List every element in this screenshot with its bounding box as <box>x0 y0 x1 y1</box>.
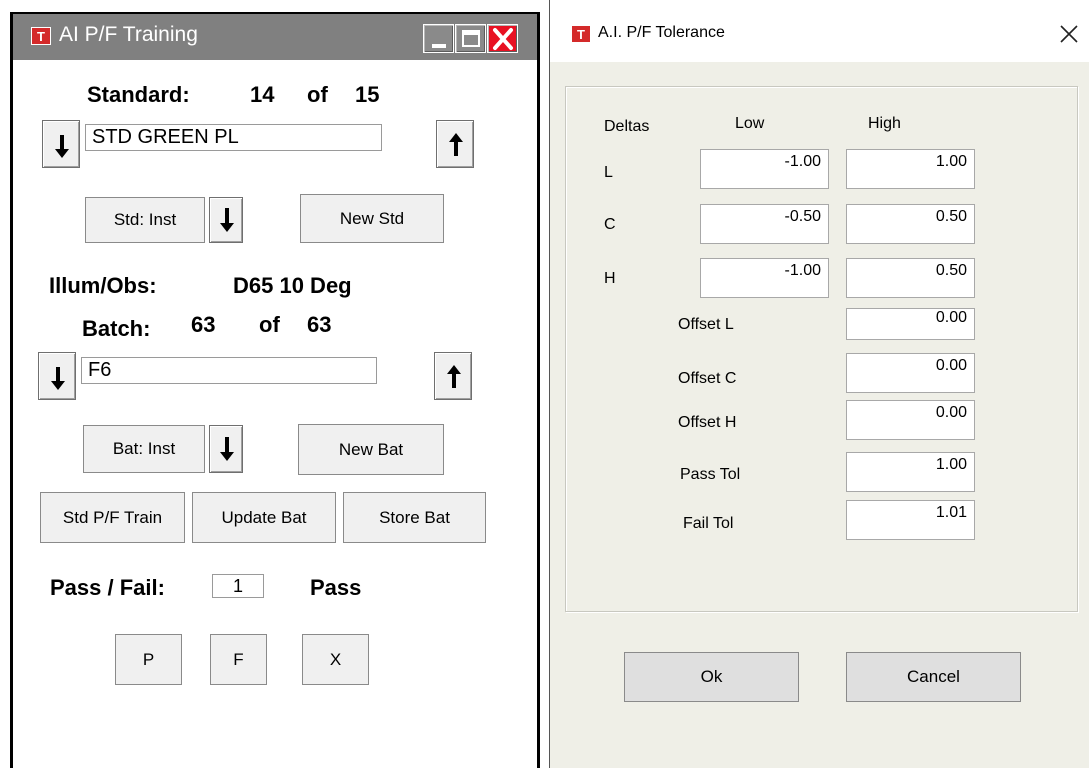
close-button[interactable] <box>1054 18 1084 48</box>
close-icon <box>1060 25 1078 43</box>
fail-tol-label: Fail Tol <box>683 515 734 532</box>
tolerance-dialog: T A.I. P/F Tolerance Deltas Low High L -… <box>549 0 1089 768</box>
delta-h-label: H <box>604 270 616 287</box>
std-next-button[interactable] <box>436 120 474 168</box>
pass-fail-status: Pass <box>310 575 362 600</box>
app-icon: T <box>571 25 591 43</box>
illum-obs-value: D65 10 Deg <box>233 273 352 298</box>
delta-h-low-field[interactable]: -1.00 <box>700 258 829 298</box>
standard-name-field[interactable]: STD GREEN PL <box>85 124 382 151</box>
dialog-title-bar[interactable]: T A.I. P/F Tolerance <box>550 0 1089 62</box>
new-bat-button[interactable]: New Bat <box>298 424 444 475</box>
pass-tol-field[interactable]: 1.00 <box>846 452 975 492</box>
deltas-header: Deltas <box>604 118 650 135</box>
delta-l-low-field[interactable]: -1.00 <box>700 149 829 189</box>
arrow-down-icon <box>55 135 69 158</box>
delta-h-high-field[interactable]: 0.50 <box>846 258 975 298</box>
store-bat-button[interactable]: Store Bat <box>343 492 486 543</box>
pass-fail-value: 1 <box>212 574 264 598</box>
batch-total: 63 <box>307 312 332 337</box>
delta-l-label: L <box>604 164 613 181</box>
offset-l-label: Offset L <box>678 316 734 333</box>
arrow-down-icon <box>51 367 65 390</box>
offset-c-field[interactable]: 0.00 <box>846 353 975 393</box>
batch-next-button[interactable] <box>434 352 472 400</box>
delta-c-label: C <box>604 216 616 233</box>
close-button[interactable] <box>487 24 518 53</box>
window-title: AI P/F Training <box>59 23 198 46</box>
arrow-up-icon <box>447 365 461 388</box>
f-button[interactable]: F <box>210 634 267 685</box>
standard-total: 15 <box>355 82 380 107</box>
arrow-up-icon <box>449 133 463 156</box>
update-bat-button[interactable]: Update Bat <box>192 492 336 543</box>
offset-c-label: Offset C <box>678 370 737 387</box>
std-inst-button[interactable]: Std: Inst <box>85 197 205 243</box>
std-pf-train-button[interactable]: Std P/F Train <box>40 492 185 543</box>
illum-obs-label: Illum/Obs: <box>49 273 157 298</box>
bat-inst-button[interactable]: Bat: Inst <box>83 425 205 473</box>
offset-l-field[interactable]: 0.00 <box>846 308 975 340</box>
batch-name-field[interactable]: F6 <box>81 357 377 384</box>
arrow-down-icon <box>220 208 234 232</box>
bat-inst-dropdown-button[interactable] <box>209 425 243 473</box>
app-icon: T <box>31 27 51 45</box>
offset-h-field[interactable]: 0.00 <box>846 400 975 440</box>
std-inst-dropdown-button[interactable] <box>209 197 243 243</box>
batch-label: Batch: <box>82 316 151 341</box>
batch-prev-button[interactable] <box>38 352 76 400</box>
title-bar[interactable]: T AI P/F Training <box>13 14 537 60</box>
ok-button[interactable]: Ok <box>624 652 799 702</box>
arrow-down-icon <box>220 437 234 461</box>
delta-c-high-field[interactable]: 0.50 <box>846 204 975 244</box>
fail-tol-field[interactable]: 1.01 <box>846 500 975 540</box>
minimize-button[interactable] <box>423 24 454 53</box>
x-button[interactable]: X <box>302 634 369 685</box>
maximize-button[interactable] <box>455 24 486 53</box>
batch-of-label: of <box>259 312 280 337</box>
standard-label: Standard: <box>87 82 190 107</box>
high-header: High <box>868 115 901 132</box>
new-std-button[interactable]: New Std <box>300 194 444 243</box>
delta-c-low-field[interactable]: -0.50 <box>700 204 829 244</box>
offset-h-label: Offset H <box>678 414 737 431</box>
standard-current: 14 <box>250 82 275 107</box>
close-icon <box>493 28 513 50</box>
p-button[interactable]: P <box>115 634 182 685</box>
cancel-button[interactable]: Cancel <box>846 652 1021 702</box>
low-header: Low <box>735 115 765 132</box>
pf-training-window: T AI P/F Training Standard: 14 of 15 STD… <box>10 12 540 768</box>
std-prev-button[interactable] <box>42 120 80 168</box>
standard-of-label: of <box>307 82 328 107</box>
minimize-icon <box>432 44 446 48</box>
dialog-title: A.I. P/F Tolerance <box>598 24 725 41</box>
pass-fail-label: Pass / Fail: <box>50 575 165 600</box>
batch-current: 63 <box>191 312 216 337</box>
maximize-icon <box>462 30 480 47</box>
delta-l-high-field[interactable]: 1.00 <box>846 149 975 189</box>
pass-tol-label: Pass Tol <box>680 466 741 483</box>
